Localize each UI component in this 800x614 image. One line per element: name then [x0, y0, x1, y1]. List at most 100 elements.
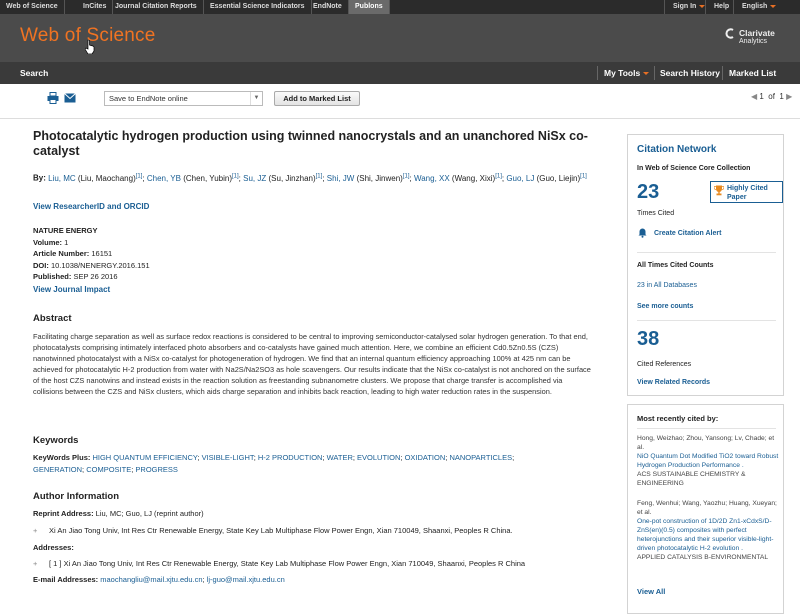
author-short[interactable]: Wang, XX — [414, 174, 450, 183]
toplink-endnote[interactable]: EndNote — [307, 0, 349, 14]
recently-cited-panel: Most recently cited by: Hong, Weizhao; Z… — [627, 404, 784, 614]
citing-authors: Hong, Weizhao; Zhou, Yansong; Lv, Chade;… — [637, 435, 775, 451]
page-total: 1 — [779, 92, 784, 101]
keyword-link[interactable]: PROGRESS — [135, 465, 178, 474]
keywords-heading: Keywords — [33, 435, 79, 446]
save-to-select-value: Save to EndNote online — [109, 94, 188, 103]
toplink-esi[interactable]: Essential Science Indicators — [204, 0, 312, 14]
core-collection-label: In Web of Science Core Collection — [637, 165, 751, 172]
affiliation-sup[interactable]: [1] — [316, 173, 323, 179]
create-citation-alert-link[interactable]: Create Citation Alert — [654, 230, 721, 237]
affiliation-sup[interactable]: [1] — [580, 173, 587, 179]
toplink-publons[interactable]: Publons — [349, 0, 390, 14]
email-link[interactable]: maochangliu@mail.xjtu.edu.cn — [100, 575, 202, 584]
expand-icon[interactable]: + — [33, 526, 49, 535]
keyword-link[interactable]: COMPOSITE — [86, 465, 131, 474]
all-db-count[interactable]: 23 — [637, 282, 645, 289]
volume-label: Volume: — [33, 237, 63, 247]
expand-icon[interactable]: + — [33, 559, 49, 568]
citing-source: APPLIED CATALYSIS B-ENVIRONMENTAL — [637, 554, 769, 561]
author-full: (Liu, Maochang) — [77, 173, 136, 183]
nav-my-tools[interactable]: My Tools — [604, 62, 650, 84]
author-short[interactable]: Guo, LJ — [506, 174, 534, 183]
email-icon[interactable] — [64, 93, 76, 103]
author-short[interactable]: Su, JZ — [243, 174, 266, 183]
author-full: (Su, Jinzhan) — [268, 173, 316, 183]
author-2[interactable]: Chen, YB (Chen, Yubin)[1]; — [147, 173, 241, 183]
author-4[interactable]: Shi, JW (Shi, Jinwen)[1]; — [327, 173, 412, 183]
toplink-incites[interactable]: InCites — [77, 0, 114, 14]
abstract-heading: Abstract — [33, 313, 72, 324]
record-title: Photocatalytic hydrogen production using… — [33, 129, 588, 158]
keyword-link[interactable]: NANOPARTICLES — [449, 453, 512, 462]
citing-source: ACS SUSTAINABLE CHEMISTRY & ENGINEERING — [637, 471, 746, 487]
publication-details: NATURE ENERGY Volume: 1 Article Number: … — [33, 225, 150, 295]
affiliation-sup[interactable]: [1] — [136, 173, 143, 179]
see-more-counts-link[interactable]: See more counts — [637, 303, 693, 310]
view-related-records-link[interactable]: View Related Records — [637, 379, 710, 386]
author-3[interactable]: Su, JZ (Su, Jinzhan)[1]; — [243, 173, 324, 183]
author-short[interactable]: Shi, JW — [327, 174, 355, 183]
keyword-link[interactable]: WATER — [327, 453, 353, 462]
keyword-link[interactable]: OXIDATION — [405, 453, 446, 462]
language-menu[interactable]: English — [733, 0, 784, 14]
author-5[interactable]: Wang, XX (Wang, Xixi)[1]; — [414, 173, 504, 183]
email-label: E-mail Addresses: — [33, 575, 99, 584]
author-short[interactable]: Liu, MC — [48, 174, 76, 183]
page-current: 1 — [759, 92, 764, 101]
keyword-link[interactable]: GENERATION — [33, 465, 82, 474]
toplink-jcr[interactable]: Journal Citation Reports — [109, 0, 204, 14]
nav-divider — [722, 66, 723, 80]
chevron-down-icon — [770, 4, 777, 8]
nav-divider — [654, 66, 655, 80]
brand-name: Clarivate — [739, 28, 775, 38]
author-6[interactable]: Guo, LJ (Guo, Liejin)[1] — [506, 173, 587, 183]
prev-page-icon[interactable]: ◀ — [751, 92, 757, 101]
abstract-text: Facilitating charge separation as well a… — [33, 332, 591, 397]
next-page-icon[interactable]: ▶ — [786, 92, 792, 101]
save-to-select[interactable]: Save to EndNote online ▼ — [104, 91, 263, 106]
times-cited-count[interactable]: 23 — [637, 181, 659, 204]
keyword-link[interactable]: H-2 PRODUCTION — [258, 453, 323, 462]
nav-search[interactable]: Search — [20, 62, 48, 84]
author-short[interactable]: Chen, YB — [147, 174, 181, 183]
print-icon[interactable] — [47, 92, 59, 104]
view-journal-impact-link[interactable]: View Journal Impact — [33, 284, 150, 296]
affiliation-sup[interactable]: [1] — [232, 173, 239, 179]
keywords-plus: KeyWords Plus: HIGH QUANTUM EFFICIENCY; … — [33, 453, 515, 474]
toplink-web-of-science[interactable]: Web of Science — [0, 0, 65, 14]
times-cited-label: Times Cited — [637, 210, 675, 217]
clarivate-icon — [725, 28, 734, 39]
pager: ◀ 1 of 1 ▶ — [751, 92, 792, 101]
nav-marked-list[interactable]: Marked List — [729, 62, 776, 84]
keyword-link[interactable]: HIGH QUANTUM EFFICIENCY — [92, 453, 197, 462]
all-databases-count[interactable]: 23 in All Databases — [637, 282, 697, 289]
add-to-marked-list-button[interactable]: Add to Marked List — [274, 91, 360, 106]
address-text: [ 1 ] Xi An Jiao Tong Univ, Int Res Ctr … — [49, 559, 526, 568]
citing-title-link[interactable]: One-pot construction of 1D/2D Zn1-xCdxS/… — [637, 517, 781, 553]
highly-cited-badge[interactable]: Highly Cited Paper — [710, 181, 783, 203]
reprint-label: Reprint Address: — [33, 509, 94, 518]
citing-title-link[interactable]: NiO Quantum Dot Modified TiO2 toward Rob… — [637, 452, 781, 470]
author-full: (Shi, Jinwen) — [356, 173, 403, 183]
author-1[interactable]: Liu, MC (Liu, Maochang)[1]; — [48, 173, 145, 183]
view-all-link[interactable]: View All — [637, 587, 665, 596]
keyword-link[interactable]: EVOLUTION — [357, 453, 400, 462]
language-label: English — [742, 3, 768, 10]
article-number-value: 16151 — [91, 249, 113, 258]
email-link[interactable]: lj-guo@mail.xjtu.edu.cn — [207, 575, 285, 584]
record-toolbar: Save to EndNote online ▼ Add to Marked L… — [0, 84, 800, 119]
divider — [637, 320, 776, 321]
cited-references-count[interactable]: 38 — [637, 328, 659, 351]
sign-in-label: Sign In — [673, 3, 697, 10]
keyword-link[interactable]: VISIBLE-LIGHT — [202, 453, 254, 462]
affiliation-sup[interactable]: [1] — [495, 173, 502, 179]
affiliation-sup[interactable]: [1] — [403, 173, 410, 179]
bell-icon — [638, 228, 647, 238]
published-label: Published: — [33, 272, 72, 281]
nav-search-history[interactable]: Search History — [660, 62, 720, 84]
author-information-heading: Author Information — [33, 491, 120, 502]
view-researcherid-link[interactable]: View ResearcherID and ORCID — [33, 201, 149, 213]
all-db-label[interactable]: in All Databases — [647, 282, 697, 289]
email-addresses: E-mail Addresses: maochangliu@mail.xjtu.… — [33, 575, 285, 584]
